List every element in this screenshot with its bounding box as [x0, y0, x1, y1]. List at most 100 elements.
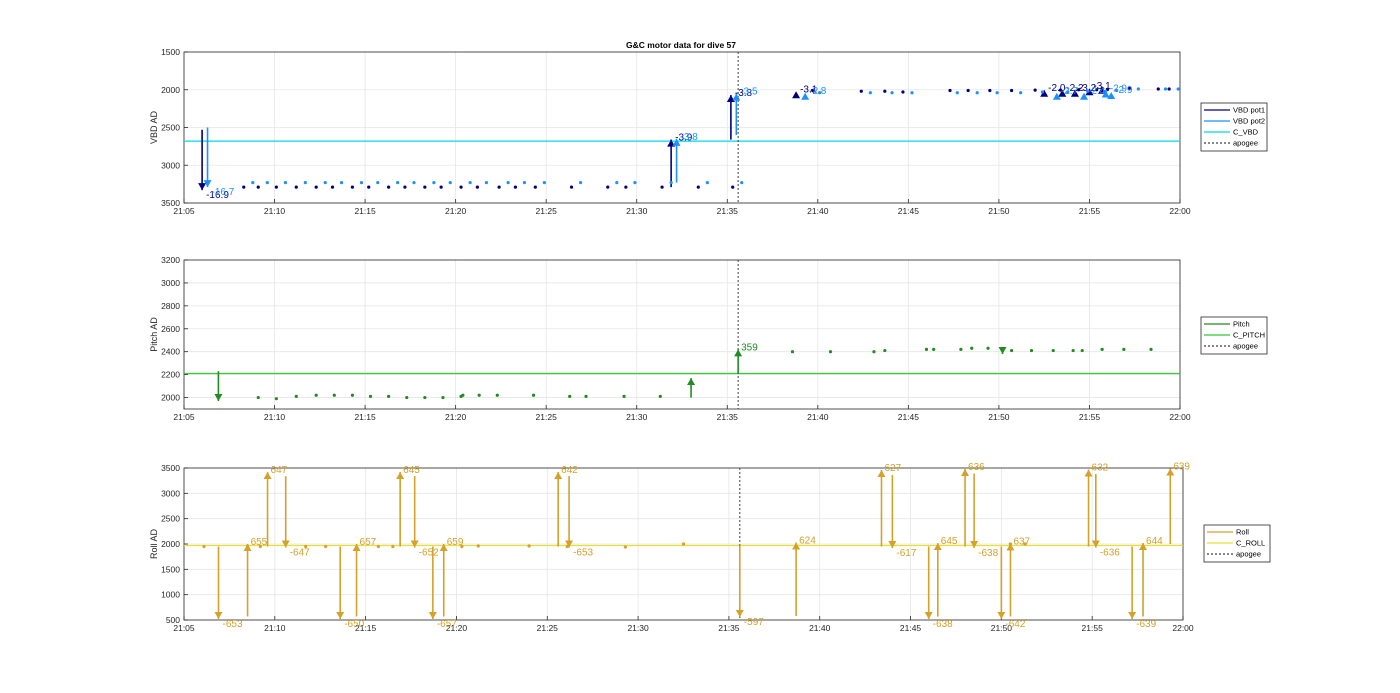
data-point — [396, 181, 400, 185]
legend-label: apogee — [1233, 139, 1258, 148]
y-tick-label: 2500 — [161, 123, 180, 133]
data-point — [522, 181, 527, 185]
data-point — [324, 544, 328, 549]
value-label: -3.8 — [681, 132, 699, 143]
data-point — [705, 181, 709, 185]
data-point — [527, 544, 531, 548]
data-point — [660, 185, 664, 189]
data-point — [367, 185, 371, 189]
value-label: -2.7 — [1061, 86, 1079, 97]
data-point — [387, 394, 391, 398]
x-tick-label: 21:50 — [988, 206, 1010, 216]
x-tick-label: 21:10 — [264, 206, 286, 216]
y-tick-label: 2600 — [161, 324, 180, 334]
data-point — [966, 88, 970, 93]
value-label: -597 — [744, 617, 764, 628]
y-axis-label: VBD AD — [149, 110, 159, 144]
value-label: 645 — [403, 465, 420, 476]
data-point — [339, 181, 344, 185]
panel-1: 21:05 21:10 21:15 21:20 21:25 21:30 21:35 21:40… — [149, 47, 1268, 216]
y-axis-label: Roll AD — [149, 528, 159, 559]
x-tick-label: 21:55 — [1082, 623, 1104, 633]
value-label: 624 — [799, 535, 816, 546]
x-tick-label: 21:20 — [445, 206, 467, 216]
data-point — [423, 395, 427, 400]
x-tick-label: 21:40 — [809, 623, 831, 633]
data-point — [1080, 348, 1084, 353]
data-point — [468, 181, 472, 185]
data-point — [387, 185, 391, 189]
data-point — [459, 185, 463, 189]
y-tick-label: 3000 — [161, 488, 180, 498]
figure: G&C motor data for dive 57 21:05 21:10 21:… — [149, 40, 1271, 633]
value-label: 359 — [741, 342, 758, 353]
data-point — [403, 185, 407, 189]
chart-title: G&C motor data for dive 57 — [626, 40, 736, 50]
legend-label: VBD pot1 — [1233, 106, 1265, 115]
data-point — [330, 185, 335, 189]
data-point — [477, 393, 481, 397]
x-tick-label: 21:25 — [536, 412, 558, 422]
x-tick-label: 21:15 — [354, 206, 376, 216]
value-label: 644 — [1146, 536, 1163, 547]
data-point — [242, 185, 246, 189]
data-point — [274, 397, 278, 401]
data-point — [495, 393, 499, 397]
value-label: -639 — [1136, 619, 1156, 630]
data-point — [1009, 348, 1014, 353]
y-tick-label: 2500 — [161, 514, 180, 524]
x-tick-label: 21:15 — [354, 412, 376, 422]
data-point — [959, 347, 963, 351]
data-point — [868, 91, 872, 95]
x-tick-label: 21:40 — [807, 206, 829, 216]
data-point — [251, 181, 255, 185]
x-tick-label: 22:00 — [1169, 206, 1191, 216]
value-label: -2.8 — [809, 86, 827, 97]
data-point — [283, 181, 288, 185]
data-point — [256, 395, 260, 400]
y-tick-label: 2000 — [161, 393, 180, 403]
data-point — [658, 394, 662, 398]
x-tick-label: 21:05 — [173, 412, 195, 422]
value-label: 636 — [968, 462, 985, 473]
x-tick-label: 21:35 — [717, 206, 739, 216]
legend-label: Roll — [1236, 528, 1249, 537]
data-point — [323, 181, 327, 185]
y-tick-label: 2400 — [161, 347, 180, 357]
data-point — [883, 348, 887, 353]
data-point — [948, 88, 952, 93]
data-point — [970, 346, 974, 350]
data-point — [423, 185, 427, 189]
value-label: -650 — [344, 619, 364, 630]
data-point — [265, 181, 269, 185]
data-point — [294, 394, 298, 398]
value-label: -636 — [1100, 548, 1120, 559]
data-point — [1040, 90, 1044, 94]
value-label: -653 — [223, 619, 243, 630]
x-tick-label: 21:30 — [626, 206, 648, 216]
x-tick-label: 21:30 — [627, 623, 649, 633]
y-axis-label: Pitch AD — [149, 317, 159, 352]
legend-label: VBD pot2 — [1233, 117, 1265, 126]
data-point — [872, 350, 876, 354]
data-point — [350, 185, 355, 189]
data-point — [1019, 91, 1023, 95]
x-tick-label: 21:55 — [1079, 412, 1101, 422]
data-point — [615, 181, 619, 185]
legend: Roll C_ROLLapogee — [1203, 524, 1271, 563]
x-tick-label: 21:55 — [1079, 206, 1101, 216]
value-label: -653 — [573, 548, 593, 559]
data-point — [314, 393, 318, 397]
legend: VBD pot1 VBD pot2 C_VBDapogee — [1200, 102, 1268, 152]
value-label: -16.7 — [212, 187, 235, 198]
data-point — [995, 91, 999, 95]
data-point — [303, 181, 307, 185]
panel-2: 21:05 21:10 21:15 21:20 21:25 21:30 21:35 21:40… — [149, 255, 1268, 422]
data-point — [584, 394, 588, 398]
y-tick-label: 3200 — [161, 255, 180, 265]
data-point — [448, 181, 452, 185]
data-point — [432, 181, 436, 185]
value-label: -652 — [419, 548, 439, 559]
data-point — [1136, 87, 1140, 91]
data-point — [681, 542, 686, 546]
